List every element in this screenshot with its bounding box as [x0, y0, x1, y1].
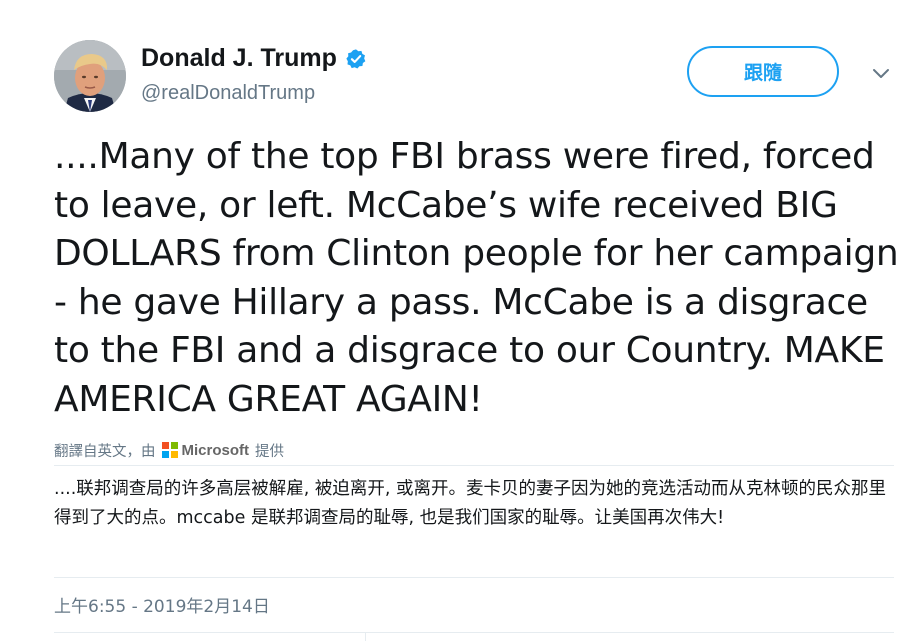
- tweet-timestamp[interactable]: 上午6:55 - 2019年2月14日: [54, 592, 270, 617]
- profile-photo-icon: [54, 40, 126, 112]
- divider: [54, 465, 894, 466]
- chevron-down-icon[interactable]: [870, 64, 892, 82]
- translation-prefix: 翻譯自英文，由: [54, 443, 156, 460]
- tweet-text: ....Many of the top FBI brass were fired…: [54, 136, 899, 420]
- author-name-text: Donald J. Trump: [141, 44, 337, 72]
- translated-text: ....联邦调查局的许多高层被解雇, 被迫离开, 或离开。麦卡贝的妻子因为她的竞…: [54, 479, 886, 528]
- translation-provider: Microsoft: [181, 441, 250, 459]
- author-handle[interactable]: @realDonaldTrump: [141, 82, 315, 105]
- avatar[interactable]: [54, 40, 126, 112]
- divider: [365, 633, 366, 641]
- follow-button[interactable]: 跟隨: [687, 46, 839, 97]
- verified-badge-icon: [346, 48, 366, 69]
- microsoft-logo-icon: [161, 442, 178, 458]
- translation-attribution: 翻譯自英文，由 Microsoft 提供: [54, 440, 284, 460]
- translation-suffix: 提供: [255, 443, 284, 460]
- divider: [54, 632, 894, 633]
- author-name[interactable]: Donald J. Trump: [141, 44, 367, 73]
- divider: [54, 577, 894, 578]
